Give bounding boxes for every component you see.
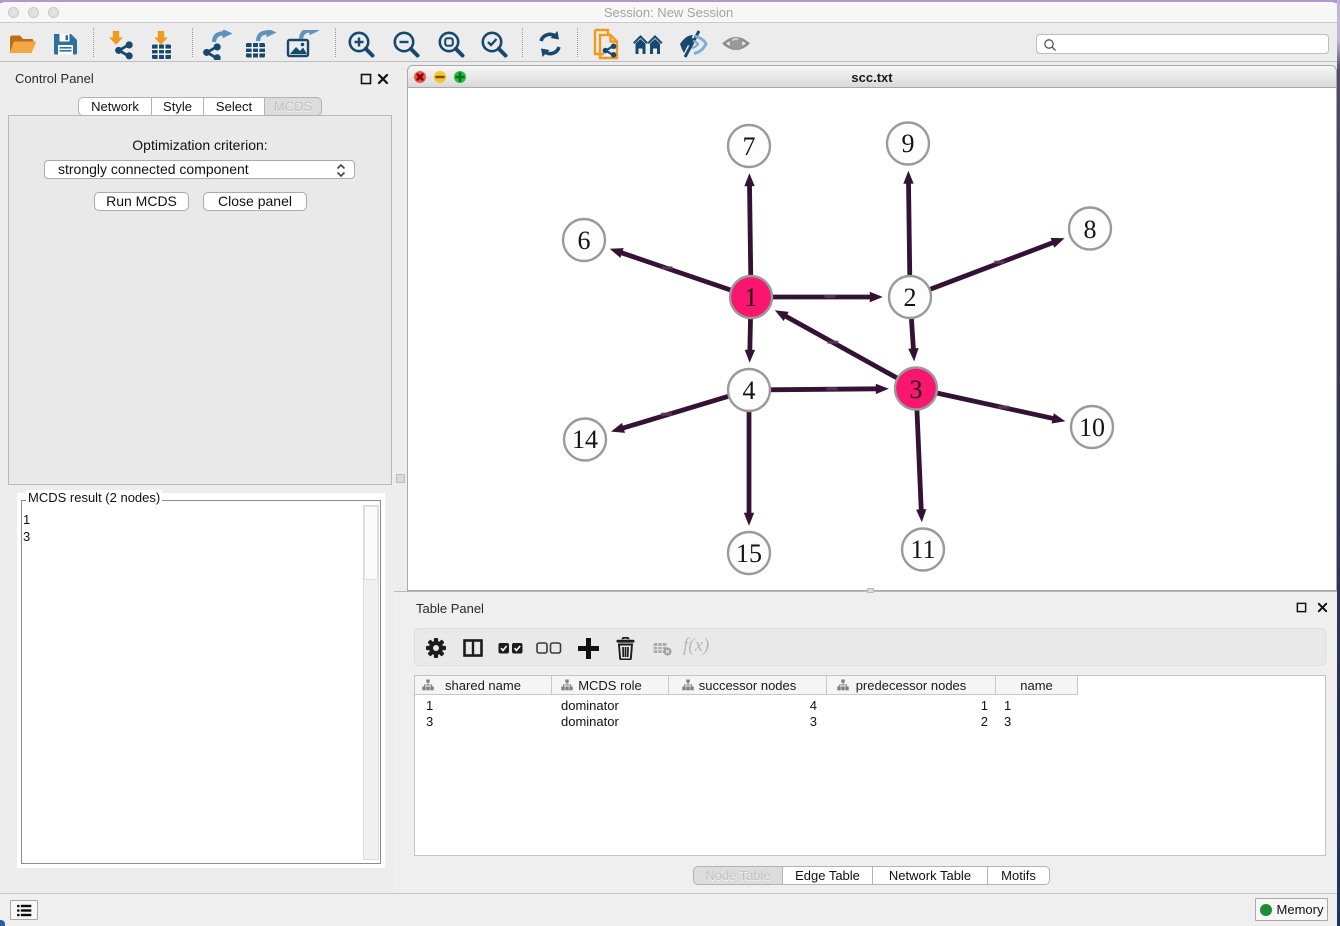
svg-text:3: 3 xyxy=(910,375,923,404)
svg-text:4: 4 xyxy=(743,376,756,405)
svg-text:14: 14 xyxy=(572,425,598,454)
svg-text:6: 6 xyxy=(578,226,591,255)
svg-text:1: 1 xyxy=(745,283,758,312)
svg-text:10: 10 xyxy=(1079,413,1105,442)
svg-text:11: 11 xyxy=(910,535,935,564)
svg-text:2: 2 xyxy=(904,283,917,312)
svg-text:9: 9 xyxy=(902,129,915,158)
svg-text:7: 7 xyxy=(743,132,756,161)
svg-text:15: 15 xyxy=(736,539,762,568)
svg-text:8: 8 xyxy=(1084,215,1097,244)
